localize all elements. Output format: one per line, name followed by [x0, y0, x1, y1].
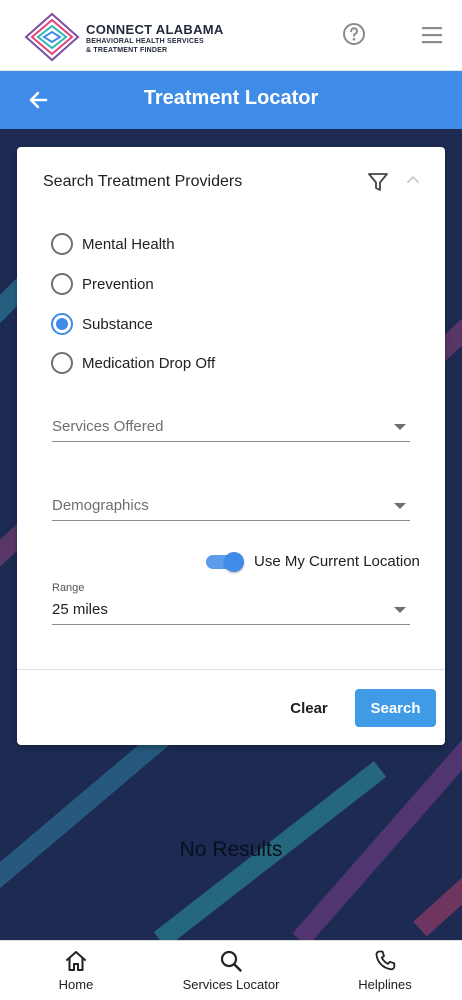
radio-label: Medication Drop Off [82, 354, 216, 372]
logo-subtitle-line2: & TREATMENT FINDER [86, 47, 168, 54]
radio-button[interactable] [51, 233, 73, 255]
nav-label: Home [58, 977, 94, 992]
services-offered-placeholder: Services Offered [52, 418, 164, 435]
demographics-select[interactable]: Demographics [52, 491, 410, 521]
filter-icon[interactable] [367, 171, 389, 193]
toggle-thumb [224, 552, 244, 572]
card-divider [17, 669, 445, 670]
caret-down-icon [394, 503, 406, 509]
range-value: 25 miles [52, 601, 108, 618]
app-header: CONNECT ALABAMA BEHAVIORAL HEALTH SERVIC… [0, 0, 462, 71]
nav-label: Services Locator [182, 977, 280, 992]
radio-button-selected[interactable] [51, 313, 73, 335]
search-button[interactable]: Search [355, 689, 436, 727]
nav-home[interactable]: Home [36, 949, 116, 999]
logo-title: CONNECT ALABAMA [86, 22, 224, 37]
radio-substance[interactable]: Substance [51, 311, 153, 337]
caret-down-icon [394, 424, 406, 430]
phone-icon [375, 950, 396, 971]
hamburger-menu-icon[interactable] [420, 24, 444, 46]
no-results-text: No Results [179, 838, 283, 861]
logo-subtitle-line1: BEHAVIORAL HEALTH SERVICES [86, 38, 204, 45]
card-title: Search Treatment Providers [43, 173, 243, 190]
nav-helplines[interactable]: Helplines [345, 949, 425, 999]
search-icon [220, 950, 242, 972]
radio-medication-drop-off[interactable]: Medication Drop Off [51, 350, 215, 376]
caret-down-icon [394, 607, 406, 613]
radio-label: Substance [82, 315, 153, 333]
range-select[interactable]: 25 miles [52, 595, 410, 625]
chevron-up-icon[interactable] [405, 173, 421, 185]
radio-mental-health[interactable]: Mental Health [51, 231, 175, 257]
title-bar: Treatment Locator [0, 71, 462, 129]
logo-text: CONNECT ALABAMA BEHAVIORAL HEALTH SERVIC… [86, 23, 224, 54]
current-location-toggle[interactable] [206, 552, 244, 572]
nav-label: Helplines [358, 977, 412, 992]
radio-button[interactable] [51, 273, 73, 295]
home-icon [66, 951, 86, 971]
radio-label: Prevention [82, 275, 154, 293]
bottom-nav: Home Services Locator Helplines [0, 940, 462, 1000]
radio-button[interactable] [51, 352, 73, 374]
range-label: Range [52, 582, 85, 594]
services-offered-select[interactable]: Services Offered [52, 412, 410, 442]
search-card: Search Treatment Providers Mental Health… [17, 147, 445, 745]
clear-button[interactable]: Clear [279, 690, 339, 726]
current-location-label: Use My Current Location [254, 553, 420, 570]
nav-services-locator[interactable]: Services Locator [171, 949, 291, 999]
page-title: Treatment Locator [143, 87, 319, 109]
radio-label: Mental Health [82, 235, 175, 253]
help-circle-icon[interactable] [342, 22, 366, 46]
radio-prevention[interactable]: Prevention [51, 271, 154, 297]
connect-alabama-logo-icon [24, 12, 80, 62]
demographics-placeholder: Demographics [52, 497, 149, 514]
